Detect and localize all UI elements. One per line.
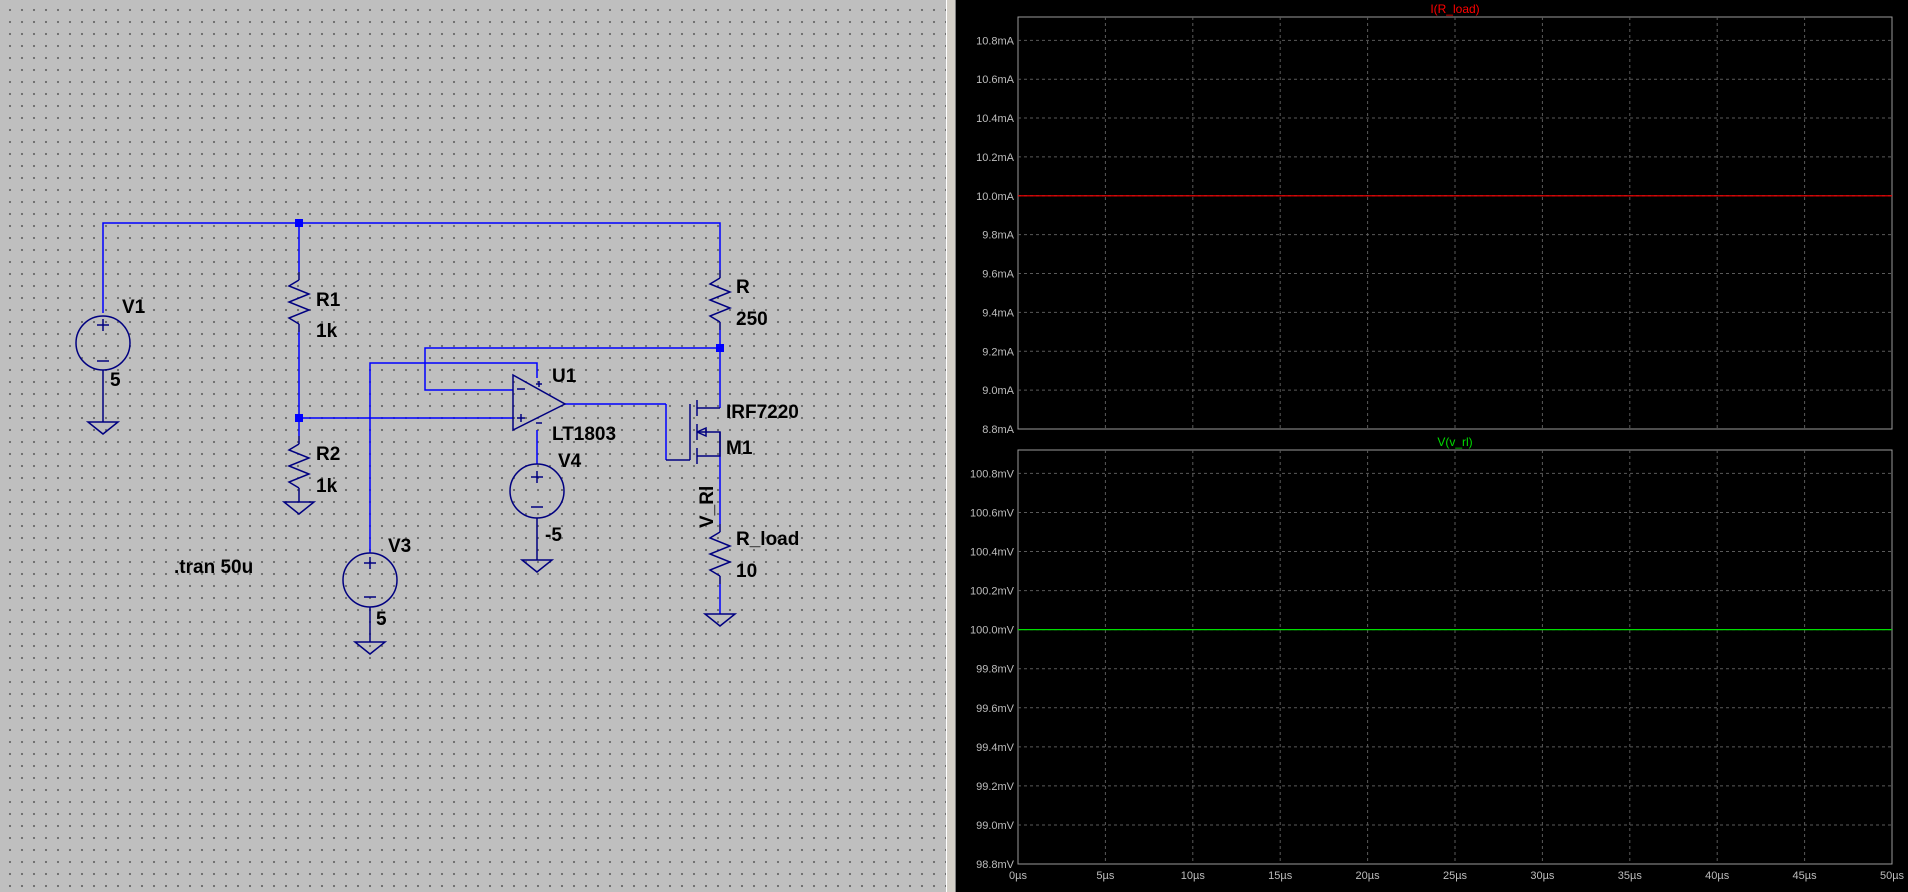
y-tick-label: 8.8mA xyxy=(982,424,1014,436)
y-tick-label: 9.6mA xyxy=(982,269,1014,281)
plot-pane-current[interactable]: I(R_load) 10.8mA 10.6mA 10.4mA 10.2mA 10.0mA… xyxy=(976,2,1893,436)
component-labels: V1 5 R1 1k R2 1k R 250 U1 LT1803 V4 -5 I… xyxy=(110,277,799,630)
junction-dot xyxy=(716,344,724,352)
x-tick-label: 20µs xyxy=(1356,870,1381,882)
schematic-canvas[interactable]: V1 5 R1 1k R2 1k R 250 U1 LT1803 V4 -5 I… xyxy=(0,0,946,892)
label-r-value: 250 xyxy=(736,309,768,330)
ground-icon xyxy=(519,559,555,573)
x-tick-label: 35µs xyxy=(1618,870,1643,882)
voltage-source-v1[interactable] xyxy=(75,315,131,435)
label-v4-name: V4 xyxy=(558,451,582,472)
label-r-load-value: 10 xyxy=(736,561,757,582)
wires[interactable] xyxy=(102,222,721,614)
label-v3-value: 5 xyxy=(376,609,387,630)
y-tick-label: 100.6mV xyxy=(970,507,1015,519)
label-r2-value: 1k xyxy=(316,476,338,497)
label-u1-name: U1 xyxy=(552,366,577,387)
label-r1-name: R1 xyxy=(316,290,341,311)
label-v3-name: V3 xyxy=(388,536,411,557)
x-tick-label: 30µs xyxy=(1530,870,1555,882)
plot-title-current[interactable]: I(R_load) xyxy=(1430,2,1479,16)
resistor-r2[interactable] xyxy=(281,436,317,515)
y-tick-label: 10.4mA xyxy=(976,113,1015,125)
label-net-v-rl[interactable]: V_Rl xyxy=(697,486,718,528)
label-u1-model: LT1803 xyxy=(552,424,616,445)
y-tick-label: 99.6mV xyxy=(976,703,1015,715)
junctions xyxy=(295,219,724,422)
label-v1-name: V1 xyxy=(122,297,146,318)
ground-icon xyxy=(85,421,121,435)
voltage-source-v4[interactable] xyxy=(509,463,565,573)
wire[interactable] xyxy=(369,362,538,553)
junction-dot xyxy=(295,219,303,227)
label-v4-value: -5 xyxy=(545,525,562,546)
y-tick-label: 100.4mV xyxy=(970,547,1015,559)
ground-icon xyxy=(702,613,738,627)
voltage-source-v3[interactable] xyxy=(342,552,398,655)
label-r1-value: 1k xyxy=(316,321,338,342)
nmos-m1[interactable] xyxy=(666,400,721,464)
ground-icon xyxy=(281,501,317,515)
y-tick-label: 9.2mA xyxy=(982,346,1014,358)
x-tick-label: 15µs xyxy=(1268,870,1293,882)
spice-directive[interactable]: .tran 50u xyxy=(174,557,253,578)
wire[interactable] xyxy=(102,222,721,313)
label-m1-model: IRF7220 xyxy=(726,402,799,423)
label-v1-value: 5 xyxy=(110,370,121,391)
pane-splitter[interactable] xyxy=(946,0,956,892)
y-tick-label: 9.0mA xyxy=(982,385,1014,397)
ground-icon xyxy=(352,641,388,655)
waveform-viewer[interactable]: I(R_load) 10.8mA 10.6mA 10.4mA 10.2mA 10.0mA… xyxy=(956,0,1908,892)
x-tick-label: 45µs xyxy=(1793,870,1818,882)
label-r-load-name: R_load xyxy=(736,529,799,550)
y-tick-label: 9.4mA xyxy=(982,307,1014,319)
y-tick-label: 99.8mV xyxy=(976,664,1015,676)
y-tick-label: 9.8mA xyxy=(982,230,1014,242)
x-tick-label: 40µs xyxy=(1705,870,1730,882)
y-tick-label: 99.0mV xyxy=(976,820,1015,832)
y-tick-label: 99.2mV xyxy=(976,781,1015,793)
x-tick-label: 5µs xyxy=(1096,870,1114,882)
y-tick-label: 10.0mA xyxy=(976,191,1015,203)
x-tick-label: 0µs xyxy=(1009,870,1027,882)
label-m1-name: M1 xyxy=(726,438,753,459)
label-r-name: R xyxy=(736,277,750,298)
plot-pane-voltage[interactable]: V(v_rl) 100.8mV 100.6mV 100.4mV 100.2mV 100.… xyxy=(970,435,1905,882)
y-tick-label: 99.4mV xyxy=(976,742,1015,754)
x-tick-label: 25µs xyxy=(1443,870,1468,882)
waveform-canvas[interactable]: I(R_load) 10.8mA 10.6mA 10.4mA 10.2mA 10.0mA… xyxy=(956,0,1908,892)
y-tick-label: 100.2mV xyxy=(970,586,1015,598)
plot-title-voltage[interactable]: V(v_rl) xyxy=(1437,435,1472,449)
x-tick-label: 50µs xyxy=(1880,870,1905,882)
y-tick-label: 100.8mV xyxy=(970,468,1015,480)
x-tick-label: 10µs xyxy=(1181,870,1206,882)
resistor-r1[interactable] xyxy=(286,272,312,332)
y-tick-label: 10.8mA xyxy=(976,35,1015,47)
junction-dot xyxy=(295,414,303,422)
resistor-r[interactable] xyxy=(707,270,733,330)
label-r2-name: R2 xyxy=(316,444,340,465)
y-tick-label: 10.6mA xyxy=(976,74,1015,86)
y-tick-label: 100.0mV xyxy=(970,625,1015,637)
y-tick-label: 10.2mA xyxy=(976,152,1015,164)
schematic-editor[interactable]: V1 5 R1 1k R2 1k R 250 U1 LT1803 V4 -5 I… xyxy=(0,0,946,892)
